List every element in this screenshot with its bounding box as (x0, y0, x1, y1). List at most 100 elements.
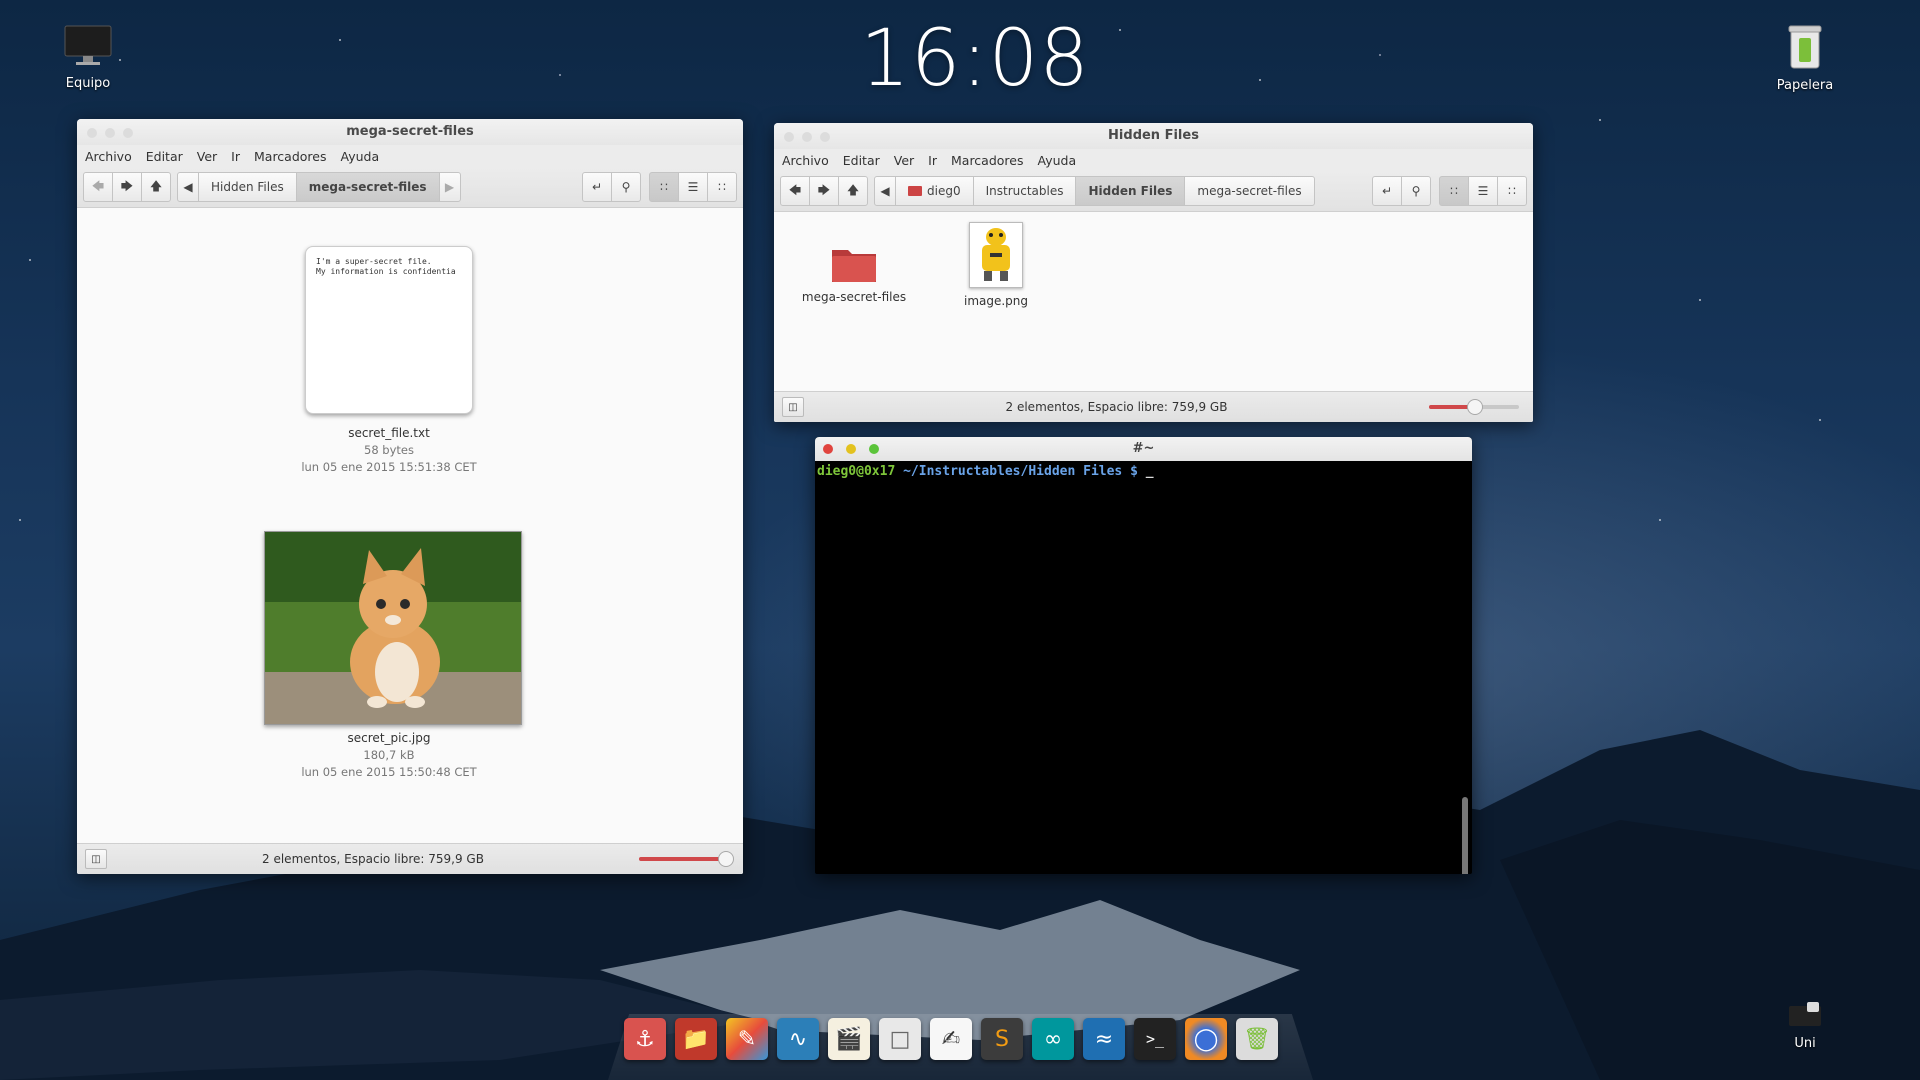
search-button[interactable]: ⚲ (1401, 176, 1431, 206)
zoom-slider[interactable] (1429, 399, 1519, 415)
menu-archivo[interactable]: Archivo (85, 149, 132, 164)
dock-sublime[interactable]: S (981, 1018, 1023, 1060)
forward-button[interactable]: 🡆 (112, 172, 142, 202)
zoom-slider-fill (639, 857, 725, 861)
terminal-icon: >_ (1145, 1030, 1165, 1048)
dock-document[interactable]: □ (879, 1018, 921, 1060)
text-file-thumbnail: I'm a super-secret file. My information … (305, 246, 473, 414)
zoom-slider-handle[interactable] (717, 851, 734, 867)
dock-paint[interactable]: ✎ (726, 1018, 768, 1060)
maximize-button[interactable] (820, 132, 830, 142)
trash-icon (1760, 24, 1850, 74)
menu-marcadores[interactable]: Marcadores (254, 149, 327, 164)
menu-ver[interactable]: Ver (197, 149, 217, 164)
minimize-button[interactable] (105, 128, 115, 138)
window-controls[interactable] (784, 132, 830, 142)
up-button[interactable]: 🡅 (141, 172, 171, 202)
preview-line: I'm a super-secret file. (316, 257, 432, 266)
minimize-button[interactable] (846, 444, 856, 454)
breadcrumb-scroll-right[interactable]: ▶ (438, 172, 461, 202)
file-view[interactable]: mega-secret-files image.png (774, 212, 1533, 391)
breadcrumb-mega-secret-files[interactable]: mega-secret-files (295, 172, 440, 202)
grid-icon: ∷ (1450, 184, 1458, 198)
dock-firefox[interactable]: ◯ (1185, 1018, 1227, 1060)
file-item-secret-file-txt[interactable]: I'm a super-secret file. My information … (294, 246, 484, 476)
up-button[interactable]: 🡅 (838, 176, 868, 206)
breadcrumb-scroll-left[interactable]: ◀ (874, 176, 896, 206)
file-item-secret-pic-jpg[interactable]: secret_pic.jpg 180,7 kB lun 05 ene 2015 … (264, 531, 522, 781)
icon-view-button[interactable]: ∷ (649, 172, 679, 202)
window-titlebar[interactable]: mega-secret-files (77, 119, 743, 145)
dock-wireshark[interactable]: ≈ (1083, 1018, 1125, 1060)
breadcrumb-mega-secret-files[interactable]: mega-secret-files (1184, 176, 1315, 206)
file-item-image-png[interactable]: image.png (961, 222, 1031, 308)
menu-ver[interactable]: Ver (894, 153, 914, 168)
back-button[interactable]: 🡄 (780, 176, 810, 206)
minimize-button[interactable] (802, 132, 812, 142)
search-button[interactable]: ⚲ (611, 172, 641, 202)
dock-terminal[interactable]: >_ (1134, 1018, 1176, 1060)
sidebar-toggle-button[interactable]: ◫ (782, 397, 804, 417)
maximize-button[interactable] (869, 444, 879, 454)
desktop-icon-label: Equipo (65, 76, 111, 91)
breadcrumb-hidden-files[interactable]: Hidden Files (198, 172, 297, 202)
zoom-slider[interactable] (639, 851, 734, 867)
back-button[interactable]: 🡄 (83, 172, 113, 202)
zoom-slider-handle[interactable] (1467, 399, 1483, 415)
list-view-button[interactable]: ☰ (1468, 176, 1498, 206)
dock-text-editor[interactable]: ✍ (930, 1018, 972, 1060)
compact-view-button[interactable]: ∷ (1497, 176, 1527, 206)
dock-video-editor[interactable]: 🎬 (828, 1018, 870, 1060)
menu-editar[interactable]: Editar (843, 153, 880, 168)
location-icon: ↵ (591, 180, 603, 194)
icon-view-button[interactable]: ∷ (1439, 176, 1469, 206)
dock-system-monitor[interactable]: ∿ (777, 1018, 819, 1060)
terminal-window[interactable]: #~ dieg0@0x17 ~/Instructables/Hidden Fil… (815, 437, 1472, 874)
forward-button[interactable]: 🡆 (809, 176, 839, 206)
maximize-button[interactable] (123, 128, 133, 138)
sidebar-toggle-button[interactable]: ◫ (85, 849, 107, 869)
window-controls[interactable] (823, 444, 879, 454)
compact-view-button[interactable]: ∷ (707, 172, 737, 202)
dock-anchor[interactable]: ⚓ (624, 1018, 666, 1060)
menu-ir[interactable]: Ir (231, 149, 240, 164)
terminal-title: #~ (1132, 441, 1155, 456)
breadcrumb-hidden-files[interactable]: Hidden Files (1075, 176, 1186, 206)
file-manager-window-mega-secret-files[interactable]: mega-secret-files Archivo Editar Ver Ir … (77, 119, 743, 874)
desktop-icon-computer[interactable]: Equipo (43, 24, 133, 91)
file-manager-window-hidden-files[interactable]: Hidden Files Archivo Editar Ver Ir Marca… (774, 123, 1533, 422)
terminal-titlebar[interactable]: #~ (815, 437, 1472, 461)
breadcrumb-label: dieg0 (927, 184, 961, 198)
paint-icon: ✎ (737, 1026, 757, 1052)
menu-ayuda[interactable]: Ayuda (341, 149, 380, 164)
dock-arduino[interactable]: ∞ (1032, 1018, 1074, 1060)
window-controls[interactable] (87, 128, 133, 138)
location-button[interactable]: ↵ (582, 172, 612, 202)
window-titlebar[interactable]: Hidden Files (774, 123, 1533, 149)
breadcrumb-instructables[interactable]: Instructables (972, 176, 1077, 206)
dock-files[interactable]: 📁 (675, 1018, 717, 1060)
close-button[interactable] (87, 128, 97, 138)
menu-archivo[interactable]: Archivo (782, 153, 829, 168)
close-button[interactable] (823, 444, 833, 454)
menu-ayuda[interactable]: Ayuda (1038, 153, 1077, 168)
file-view[interactable]: I'm a super-secret file. My information … (77, 208, 743, 843)
prompt-user: dieg0@0x17 (817, 464, 896, 479)
list-view-button[interactable]: ☰ (678, 172, 708, 202)
terminal-content[interactable]: dieg0@0x17 ~/Instructables/Hidden Files … (815, 461, 1472, 482)
location-button[interactable]: ↵ (1372, 176, 1402, 206)
menu-editar[interactable]: Editar (146, 149, 183, 164)
breadcrumb-scroll-left[interactable]: ◀ (177, 172, 199, 202)
terminal-scrollbar[interactable] (1462, 797, 1468, 874)
file-item-mega-secret-files[interactable]: mega-secret-files (794, 244, 914, 304)
menu-marcadores[interactable]: Marcadores (951, 153, 1024, 168)
desktop-icon-trash[interactable]: Papelera (1760, 24, 1850, 93)
menu-ir[interactable]: Ir (928, 153, 937, 168)
arrow-up-icon: 🡅 (846, 182, 860, 197)
close-button[interactable] (784, 132, 794, 142)
list-icon: ☰ (1477, 184, 1489, 198)
desktop-icon-uni[interactable]: Uni (1760, 1000, 1850, 1051)
search-icon: ⚲ (621, 180, 631, 194)
dock-trash[interactable]: 🗑 (1236, 1018, 1278, 1060)
breadcrumb-dieg0[interactable]: dieg0 (895, 176, 974, 206)
